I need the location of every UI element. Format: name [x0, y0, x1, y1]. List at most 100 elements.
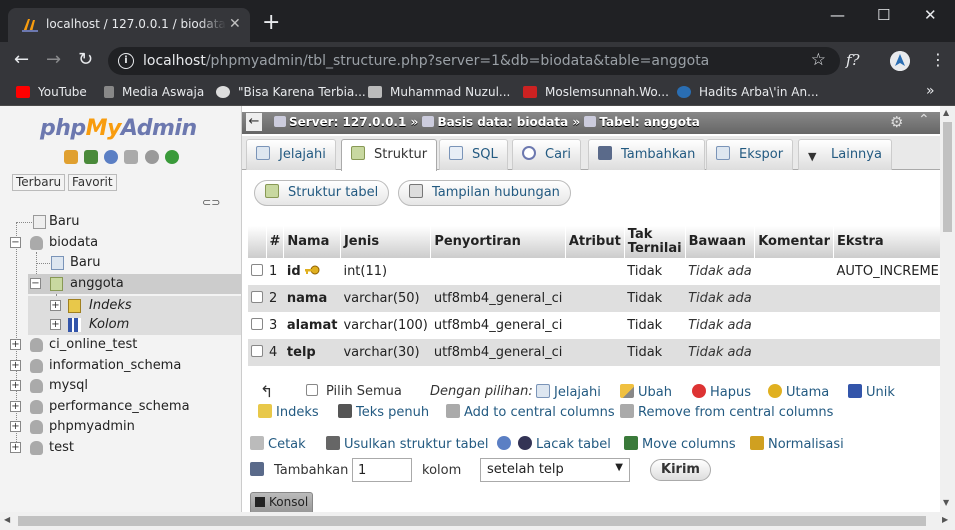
breadcrumb-db[interactable]: Basis data: biodata — [437, 115, 568, 129]
reload-nav-icon[interactable] — [164, 150, 179, 164]
column-name[interactable]: telp — [283, 339, 341, 366]
nav-tab-recent[interactable]: Terbaru — [12, 174, 66, 191]
bulk-unique-button[interactable]: Unik — [848, 384, 895, 400]
relation-view-button[interactable]: Tampilan hubungan — [398, 180, 571, 206]
vertical-scroll-thumb[interactable] — [943, 122, 952, 232]
logout-icon[interactable] — [84, 150, 99, 164]
bookmark-moslemsunnah[interactable]: Moslemsunnah.Wo... — [523, 85, 669, 99]
nav-tab-favorites[interactable]: Favorit — [68, 174, 117, 191]
col-header-attributes[interactable]: Atribut — [565, 226, 625, 258]
add-columns-position-select[interactable]: setelah telp ▼ — [480, 458, 630, 482]
expand-icon[interactable]: + — [10, 360, 21, 371]
toggle-nav-arrow-icon[interactable]: ← — [246, 113, 262, 131]
tab-more[interactable]: ▼ Lainnya — [798, 139, 892, 170]
column-name[interactable]: id — [287, 264, 301, 279]
settings-gear-icon[interactable] — [144, 150, 159, 164]
page-settings-gear-icon[interactable]: ⚙ — [890, 113, 903, 131]
expand-icon[interactable]: + — [10, 442, 21, 453]
tree-item-indexes[interactable]: + Indeks — [28, 296, 241, 316]
bookmark-muhammad-nuzul[interactable]: Muhammad Nuzul... — [368, 85, 510, 99]
row-checkbox[interactable] — [251, 345, 263, 357]
forward-arrow-icon[interactable]: → — [46, 50, 61, 70]
maximize-icon[interactable]: ☐ — [877, 6, 890, 24]
col-header-null[interactable]: Tak Ternilai — [624, 226, 686, 258]
tab-search[interactable]: Cari — [512, 139, 581, 170]
bulk-fulltext-button[interactable]: Teks penuh — [338, 404, 429, 420]
back-arrow-icon[interactable]: ← — [14, 50, 29, 70]
expand-icon[interactable]: + — [10, 380, 21, 391]
profile-avatar[interactable] — [890, 51, 910, 71]
scroll-left-icon[interactable]: ◀ — [4, 515, 10, 524]
horizontal-scrollbar[interactable]: ◀ ▶ — [0, 512, 955, 530]
row-checkbox[interactable] — [251, 291, 263, 303]
link-chain-icon[interactable]: ⊂⊃ — [202, 196, 220, 209]
collapse-top-icon[interactable]: ⌃ — [918, 112, 930, 128]
browser-tab[interactable]: localhost / 127.0.0.1 / biodata / anggot… — [8, 8, 250, 42]
move-columns-button[interactable]: Move columns — [624, 436, 736, 452]
bookmark-hadits[interactable]: Hadits Arba\'in An... — [677, 85, 819, 99]
tree-item-columns[interactable]: + Kolom — [28, 315, 241, 335]
print-button[interactable]: Cetak — [250, 436, 306, 452]
bookmark-media-aswaja[interactable]: Media Aswaja — [104, 85, 204, 99]
expand-icon[interactable]: + — [10, 421, 21, 432]
breadcrumb-server[interactable]: Server: 127.0.0.1 — [289, 115, 406, 129]
extension-f-icon[interactable]: f? — [846, 51, 860, 69]
bookmark-star-icon[interactable]: ☆ — [811, 50, 826, 70]
propose-structure-button[interactable]: Usulkan struktur tabel — [326, 436, 515, 452]
bulk-browse-button[interactable]: Jelajahi — [536, 384, 601, 400]
help-icon[interactable] — [104, 150, 119, 164]
reload-icon[interactable]: ↻ — [78, 50, 93, 70]
column-name[interactable]: alamat — [283, 312, 341, 339]
add-columns-count-input[interactable] — [352, 458, 412, 482]
col-header-type[interactable]: Jenis — [340, 226, 432, 258]
add-central-columns-button[interactable]: Add to central columns — [446, 404, 615, 420]
table-structure-button[interactable]: Struktur tabel — [254, 180, 390, 206]
new-tab-button[interactable]: + — [262, 12, 280, 34]
bulk-change-button[interactable]: Ubah — [620, 384, 672, 400]
select-all[interactable]: Pilih Semua — [306, 384, 402, 399]
bulk-primary-button[interactable]: Utama — [768, 384, 829, 400]
phpmyadmin-logo[interactable]: phpMyAdmin — [40, 116, 197, 141]
collapse-icon[interactable]: − — [10, 237, 21, 248]
breadcrumb-table[interactable]: Tabel: anggota — [599, 115, 699, 129]
collapse-icon[interactable]: − — [30, 278, 41, 289]
scroll-right-icon[interactable]: ▶ — [942, 515, 948, 524]
normalize-button[interactable]: Normalisasi — [750, 436, 844, 452]
submit-button[interactable]: Kirim — [650, 459, 711, 481]
bookmarks-overflow-icon[interactable]: » — [926, 83, 935, 99]
window-close-icon[interactable]: ✕ — [924, 6, 937, 24]
row-checkbox[interactable] — [251, 318, 263, 330]
minimize-icon[interactable]: — — [830, 6, 845, 24]
browser-menu-icon[interactable]: ⋮ — [930, 51, 946, 69]
col-header-name[interactable]: Nama — [283, 226, 341, 258]
tab-sql[interactable]: SQL — [439, 139, 508, 170]
expand-icon[interactable]: + — [10, 401, 21, 412]
remove-central-columns-button[interactable]: Remove from central columns — [620, 404, 833, 420]
row-checkbox[interactable] — [251, 264, 263, 276]
site-info-icon[interactable]: i — [118, 53, 134, 69]
col-header-collation[interactable]: Penyortiran — [430, 226, 566, 258]
documentation-icon[interactable] — [124, 150, 139, 164]
track-table-button[interactable]: Lacak tabel — [518, 436, 611, 452]
column-name[interactable]: nama — [283, 285, 341, 312]
bookmark-bisa-karena[interactable]: "Bisa Karena Terbia... — [216, 85, 366, 99]
bulk-index-button[interactable]: Indeks — [258, 404, 319, 420]
col-header-num[interactable]: # — [266, 226, 285, 258]
bulk-drop-button[interactable]: Hapus — [692, 384, 751, 400]
address-bar[interactable]: i localhost/phpmyadmin/tbl_structure.php… — [108, 47, 840, 75]
tree-item-anggota[interactable]: − anggota — [28, 274, 241, 294]
home-icon[interactable] — [64, 150, 78, 164]
console-toggle[interactable]: Konsol — [250, 492, 314, 512]
col-header-default[interactable]: Bawaan — [685, 226, 756, 258]
expand-icon[interactable]: + — [50, 319, 61, 330]
help-icon[interactable] — [496, 436, 511, 450]
expand-icon[interactable]: + — [10, 339, 21, 350]
tab-insert[interactable]: Tambahkan — [588, 139, 706, 170]
tab-export[interactable]: Ekspor — [706, 139, 794, 170]
scroll-up-icon[interactable]: ▲ — [943, 108, 949, 117]
scroll-down-icon[interactable]: ▼ — [943, 498, 949, 507]
select-all-checkbox[interactable] — [306, 384, 318, 396]
vertical-scrollbar[interactable]: ▲ ▼ — [940, 106, 955, 512]
col-header-extra[interactable]: Ekstra — [833, 226, 940, 258]
bookmark-youtube[interactable]: YouTube — [16, 85, 87, 99]
